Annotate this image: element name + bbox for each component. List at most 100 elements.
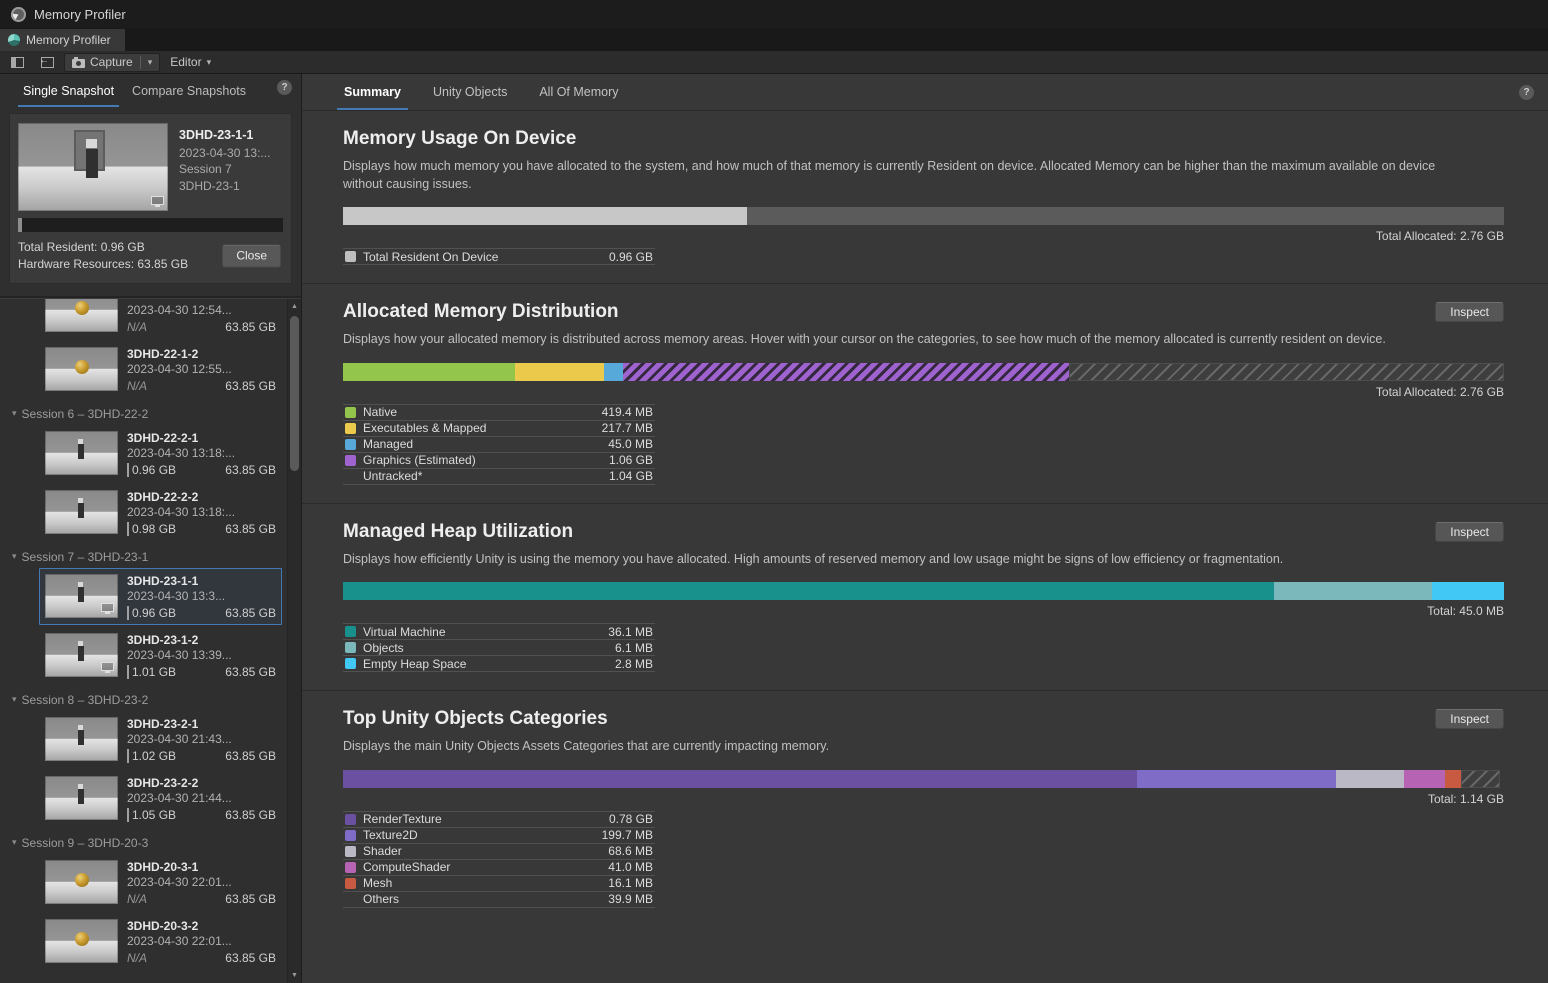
bar-segment-native[interactable] <box>343 363 515 381</box>
tab-summary[interactable]: Summary <box>328 74 417 110</box>
bar-segment-untracked[interactable] <box>1069 363 1504 381</box>
top-unity-objects-bar[interactable] <box>343 770 1504 788</box>
resident-value: 0.96 GB <box>127 606 176 620</box>
snapshot-item[interactable]: 3DHD-20-3-2 2023-04-30 22:01... N/A 63.8… <box>39 913 282 970</box>
camera-icon <box>72 59 85 68</box>
legend-row: Untracked* 1.04 GB <box>343 469 655 485</box>
collapse-triangle-icon[interactable]: ▾ <box>12 408 17 419</box>
help-icon[interactable]: ? <box>1519 85 1534 100</box>
section-title: Managed Heap Utilization <box>343 521 573 543</box>
inspect-button[interactable]: Inspect <box>1435 522 1504 542</box>
snapshot-item[interactable]: 3DHD-22-2-1 2023-04-30 13:18:... 0.96 GB… <box>39 425 282 482</box>
snapshot-item[interactable]: 3DHD-23-1-2 2023-04-30 13:39... 1.01 GB … <box>39 627 282 684</box>
tab-all-of-memory[interactable]: All Of Memory <box>523 74 634 110</box>
bar-segment-graphics[interactable] <box>623 363 1069 381</box>
orb-icon <box>75 932 89 946</box>
section-allocated-memory-distribution: Allocated Memory Distribution Inspect Di… <box>302 284 1548 504</box>
snapshot-date: 2023-04-30 22:01... <box>127 875 276 889</box>
bar-segment-managed[interactable] <box>604 363 623 381</box>
bar-segment-allocated[interactable] <box>747 207 1504 225</box>
inspect-button[interactable]: Inspect <box>1435 709 1504 729</box>
panel-icon <box>11 57 24 68</box>
snapshot-name: 3DHD-23-1-2 <box>127 633 276 647</box>
legend-row: Mesh 16.1 MB <box>343 876 655 892</box>
session-header[interactable]: ▾ Session 9 – 3DHD-20-3 <box>0 829 287 853</box>
scroll-down-icon[interactable]: ▼ <box>288 969 301 982</box>
total-allocated-label: Total Allocated: 2.76 GB <box>343 385 1504 399</box>
snapshot-item[interactable]: 3DHD-22-1-2 2023-04-30 12:55... N/A 63.8… <box>39 341 282 398</box>
orb-icon <box>75 360 89 374</box>
close-button[interactable]: Close <box>222 244 281 267</box>
legend-value: 419.4 MB <box>602 405 653 419</box>
allocated-memory-bar[interactable] <box>343 363 1504 381</box>
hardware-value: 63.85 GB <box>225 892 276 906</box>
legend-swatch <box>345 626 356 637</box>
legend-row: ComputeShader 41.0 MB <box>343 860 655 876</box>
scrollbar[interactable]: ▲ ▼ <box>287 299 301 983</box>
bar-segment-rendertexture[interactable] <box>343 770 1137 788</box>
bar-segment-resident[interactable] <box>343 207 747 225</box>
collapse-triangle-icon[interactable]: ▾ <box>12 837 17 848</box>
import-snapshot-button[interactable] <box>34 53 61 72</box>
bar-segment-computeshader[interactable] <box>1404 770 1445 788</box>
tab-unity-objects[interactable]: Unity Objects <box>417 74 523 110</box>
capture-button[interactable]: Capture ▾ <box>64 53 160 72</box>
bar-segment-executables[interactable] <box>515 363 604 381</box>
bar-segment-virtual-machine[interactable] <box>343 582 1274 600</box>
scrollbar-thumb[interactable] <box>290 316 299 471</box>
inspect-button[interactable]: Inspect <box>1435 302 1504 322</box>
help-icon[interactable]: ? <box>277 80 292 95</box>
tab-single-snapshot[interactable]: Single Snapshot <box>14 76 123 108</box>
tab-compare-snapshots[interactable]: Compare Snapshots <box>123 76 255 108</box>
bar-segment-empty-heap[interactable] <box>1432 582 1504 600</box>
session-header[interactable]: ▾ Session 7 – 3DHD-23-1 <box>0 543 287 567</box>
snapshot-item[interactable]: 3DHD-20-3-1 2023-04-30 22:01... N/A 63.8… <box>39 854 282 911</box>
legend-swatch <box>345 862 356 873</box>
snapshot-build: 3DHD-23-1 <box>179 178 270 195</box>
session-header[interactable]: ▾ Session 6 – 3DHD-22-2 <box>0 400 287 424</box>
legend-value: 6.1 MB <box>615 641 653 655</box>
session-header[interactable]: ▾ Session 8 – 3DHD-23-2 <box>0 686 287 710</box>
legend-row: Shader 68.6 MB <box>343 844 655 860</box>
panel-toggle-button[interactable] <box>4 53 31 72</box>
legend-swatch <box>345 471 356 482</box>
scroll-up-icon[interactable]: ▲ <box>288 300 301 313</box>
legend-row: Texture2D 199.7 MB <box>343 828 655 844</box>
snapshot-date: 2023-04-30 13:... <box>179 145 270 162</box>
bar-segment-objects[interactable] <box>1274 582 1432 600</box>
snapshot-item[interactable]: 3DHD-23-2-1 2023-04-30 21:43... 1.02 GB … <box>39 711 282 768</box>
snapshot-date: 2023-04-30 13:3... <box>127 589 276 603</box>
collapse-triangle-icon[interactable]: ▾ <box>12 694 17 705</box>
legend-label: RenderTexture <box>363 812 602 826</box>
orb-icon <box>75 301 89 315</box>
snapshot-thumbnail <box>45 574 118 618</box>
section-managed-heap-utilization: Managed Heap Utilization Inspect Display… <box>302 504 1548 692</box>
snapshot-item[interactable]: 3DHD-22-2-2 2023-04-30 13:18:... 0.98 GB… <box>39 484 282 541</box>
snapshot-name: 3DHD-23-2-1 <box>127 717 276 731</box>
managed-heap-bar[interactable] <box>343 582 1504 600</box>
profiler-app-icon <box>11 7 26 22</box>
resident-memory-fill <box>18 218 22 232</box>
legend-value: 41.0 MB <box>608 860 653 874</box>
memory-usage-bar[interactable] <box>343 207 1504 225</box>
legend-label: Executables & Mapped <box>363 421 595 435</box>
resident-value: N/A <box>127 951 147 965</box>
bar-segment-others[interactable] <box>1461 770 1500 788</box>
tab-memory-profiler[interactable]: Memory Profiler <box>0 29 125 51</box>
snapshots-sidebar: Single Snapshot Compare Snapshots ? 3DHD… <box>0 74 302 983</box>
editor-dropdown[interactable]: Editor ▾ <box>163 53 218 72</box>
import-icon <box>41 57 54 68</box>
snapshot-item-selected[interactable]: 3DHD-23-1-1 2023-04-30 13:3... 0.96 GB 6… <box>39 568 282 625</box>
bar-segment-shader[interactable] <box>1336 770 1404 788</box>
session-header-label: Session 9 – 3DHD-20-3 <box>22 836 149 850</box>
bar-segment-texture2d[interactable] <box>1137 770 1336 788</box>
snapshot-item[interactable]: 3DHD-23-2-2 2023-04-30 21:44... 1.05 GB … <box>39 770 282 827</box>
capture-label: Capture <box>90 55 133 69</box>
snapshot-item[interactable]: 3DHD-22-1-1 2023-04-30 12:54... N/A 63.8… <box>39 299 282 339</box>
bar-segment-mesh[interactable] <box>1445 770 1461 788</box>
robot-figure-icon <box>78 444 84 459</box>
resident-memory-bar <box>18 218 283 232</box>
collapse-triangle-icon[interactable]: ▾ <box>12 551 17 562</box>
section-description: Displays the main Unity Objects Assets C… <box>343 738 1471 756</box>
top-unity-objects-legend: RenderTexture 0.78 GB Texture2D 199.7 MB… <box>343 811 655 908</box>
